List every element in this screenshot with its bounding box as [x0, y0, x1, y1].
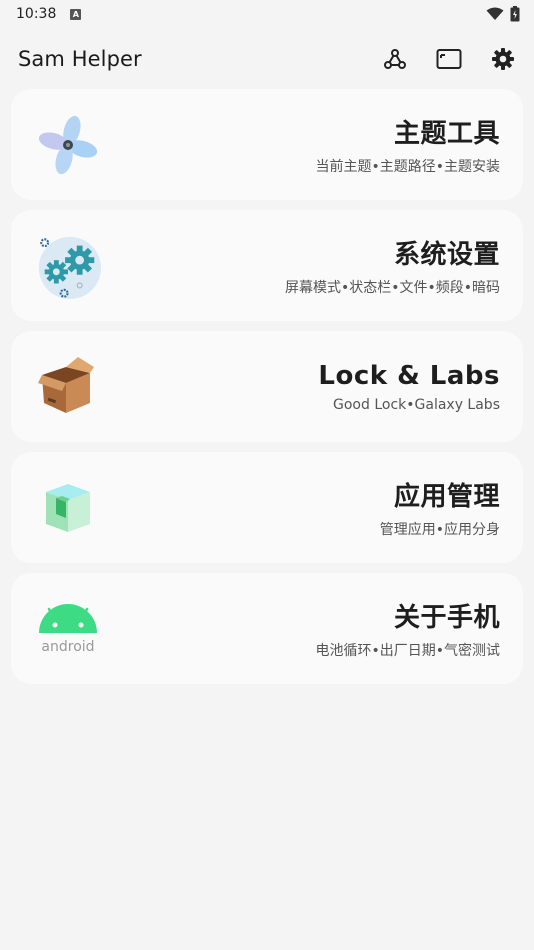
settings-button[interactable]: [490, 46, 516, 72]
battery-icon: [510, 6, 520, 22]
card-subtitle: 电池循环•出厂日期•气密测试: [315, 643, 500, 659]
android-icon: android: [33, 594, 103, 664]
wifi-icon: [486, 7, 504, 20]
menu-cards: 主题工具 当前主题•主题路径•主题安装 系统设置 屏幕模式•状态栏•文件•频段•…: [11, 89, 523, 694]
card-theme-tools[interactable]: 主题工具 当前主题•主题路径•主题安装: [11, 89, 523, 200]
card-title: 应用管理: [393, 482, 500, 512]
share-network-button[interactable]: [382, 46, 408, 72]
window-icon: [436, 49, 462, 69]
app-title: Sam Helper: [18, 47, 142, 71]
app-actions: [354, 46, 516, 72]
card-subtitle: Good Lock•Galaxy Labs: [333, 396, 500, 413]
card-subtitle: 管理应用•应用分身: [379, 522, 500, 538]
gear-icon: [492, 48, 514, 70]
box-icon: [33, 352, 103, 422]
card-title: 关于手机: [393, 603, 500, 633]
card-title: 主题工具: [393, 119, 500, 149]
card-subtitle: 屏幕模式•状态栏•文件•频段•暗码: [284, 280, 500, 296]
card-title: Lock & Labs: [318, 360, 500, 391]
fan-icon: [33, 110, 103, 180]
status-icons: [486, 6, 520, 22]
window-button[interactable]: [436, 46, 462, 72]
card-lock-labs[interactable]: Lock & Labs Good Lock•Galaxy Labs: [11, 331, 523, 442]
card-system-settings[interactable]: 系统设置 屏幕模式•状态栏•文件•频段•暗码: [11, 210, 523, 321]
status-time: 10:38: [16, 6, 57, 22]
notification-a-icon: A: [70, 8, 82, 20]
gears-icon: [33, 231, 103, 301]
android-wordmark: android: [41, 639, 94, 655]
card-about-phone[interactable]: android 关于手机 电池循环•出厂日期•气密测试: [11, 573, 523, 684]
status-bar: 10:38 A: [0, 0, 534, 28]
app-bar: Sam Helper: [0, 36, 534, 82]
card-subtitle: 当前主题•主题路径•主题安装: [315, 159, 500, 175]
network-icon: [384, 49, 406, 69]
card-title: 系统设置: [393, 240, 500, 270]
card-app-management[interactable]: 应用管理 管理应用•应用分身: [11, 452, 523, 563]
cube-icon: [33, 473, 103, 543]
